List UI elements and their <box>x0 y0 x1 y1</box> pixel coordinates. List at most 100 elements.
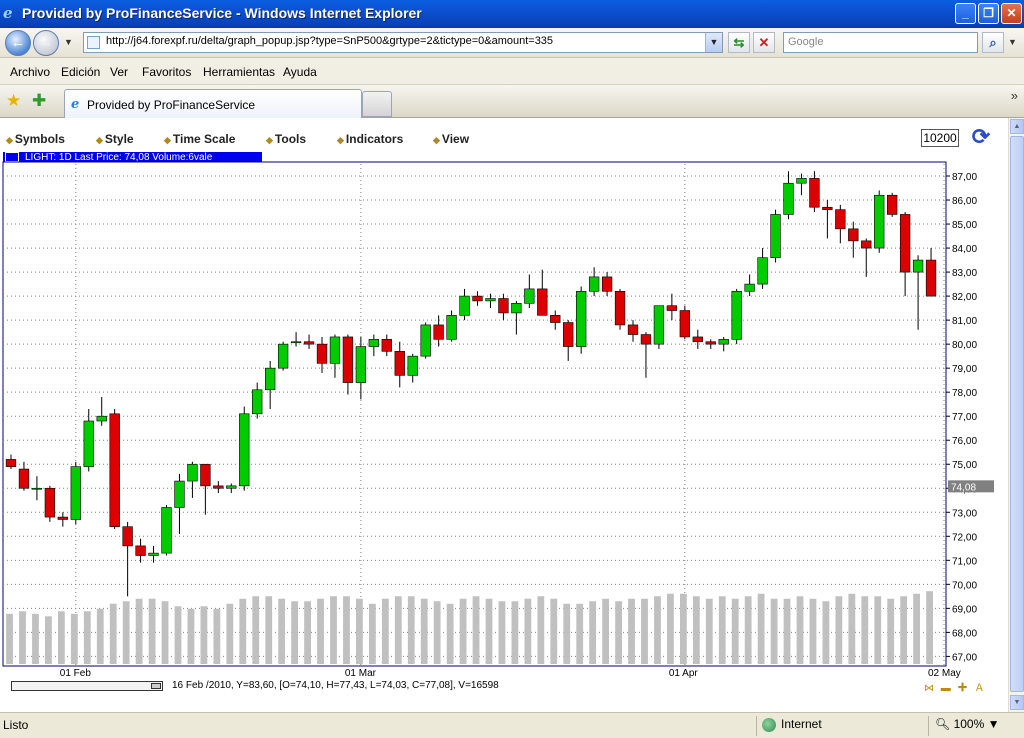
y-tick-label: 81,00 <box>952 316 977 327</box>
more-tools-chevron-icon[interactable]: » <box>1011 88 1018 103</box>
address-dropdown-icon[interactable]: ▼ <box>705 33 722 52</box>
volume-bar <box>433 601 441 664</box>
minimize-button[interactable]: _ <box>955 3 976 24</box>
last-price-label: 74,08 <box>951 482 976 493</box>
candle-down <box>899 214 911 273</box>
maximize-button[interactable]: ❐ <box>978 3 999 24</box>
candle-up <box>459 295 470 316</box>
menu-archivo[interactable]: Archivo <box>10 65 50 79</box>
menu-ver[interactable]: Ver <box>110 65 128 79</box>
volume-bar <box>679 593 687 664</box>
volume-bar <box>485 598 493 664</box>
candle-down <box>550 315 561 323</box>
tab-bar: ★ ✚ e Provided by ProFinanceService » <box>0 85 1024 118</box>
volume-bar <box>770 598 778 664</box>
page-icon <box>87 36 100 49</box>
candle-down <box>213 485 224 489</box>
volume-bar <box>926 591 933 664</box>
y-tick-label: 84,00 <box>952 244 977 255</box>
candle-down <box>498 298 509 314</box>
zoom-control[interactable]: 🔍︎ 100% ▼ <box>935 717 1000 731</box>
candle-down <box>848 228 859 242</box>
volume-bar <box>304 601 311 664</box>
candle-up <box>524 288 535 304</box>
candle-down <box>316 343 328 364</box>
menu-edicion[interactable]: Edición <box>61 65 100 79</box>
search-icon[interactable]: ⌕ <box>982 32 1004 53</box>
candle-up <box>731 291 742 340</box>
volume-bar <box>718 596 726 664</box>
candle-down <box>200 463 211 487</box>
volume-bar <box>252 596 260 664</box>
candle-up <box>796 178 807 184</box>
menu-ayuda[interactable]: Ayuda <box>283 65 317 79</box>
tab-active[interactable]: e Provided by ProFinanceService <box>64 89 362 118</box>
chart-nav-icons[interactable]: ⋈ ▬ ✚ Ａ <box>924 679 986 694</box>
search-options-chevron-icon[interactable]: ▼ <box>1008 37 1017 47</box>
scroll-down-icon[interactable]: ▼ <box>1010 695 1024 710</box>
candle-down <box>18 468 30 489</box>
vertical-scrollbar[interactable]: ▲ ▼ <box>1008 118 1024 712</box>
menu-herramientas[interactable]: Herramientas <box>203 65 275 79</box>
scroll-knob[interactable] <box>151 683 161 689</box>
volume-bar <box>887 598 895 664</box>
volume-bar <box>822 601 830 664</box>
chart-horizontal-scrollbar[interactable] <box>11 681 163 691</box>
candle-up <box>70 466 81 520</box>
status-divider <box>928 716 929 736</box>
candle-up <box>511 303 522 314</box>
x-tick-label: 01 Apr <box>669 668 699 678</box>
favorites-star-icon[interactable]: ★ <box>6 91 21 111</box>
volume-bar <box>109 603 117 664</box>
volume-bar <box>692 596 700 664</box>
candle-up <box>770 214 781 258</box>
volume-bar <box>32 613 39 664</box>
candle-down <box>537 288 548 316</box>
candle-up <box>368 339 379 347</box>
zone-label: Internet <box>781 717 822 731</box>
browser-window: e Provided by ProFinanceService - Window… <box>0 0 1024 738</box>
y-tick-label: 76,00 <box>952 436 977 447</box>
back-button[interactable]: ← <box>5 30 31 56</box>
volume-bar <box>213 608 221 664</box>
scroll-up-icon[interactable]: ▲ <box>1010 119 1024 134</box>
candle-down <box>861 240 872 249</box>
menu-favoritos[interactable]: Favoritos <box>142 65 191 79</box>
y-tick-label: 82,00 <box>952 292 977 303</box>
search-input[interactable]: Google <box>783 32 978 53</box>
candle-up <box>265 367 276 391</box>
candle-up <box>420 324 431 357</box>
volume-bar <box>83 611 91 664</box>
candle-up <box>588 276 600 292</box>
x-tick-label: 01 Mar <box>345 668 377 678</box>
volume-bar <box>731 598 739 664</box>
candle-up <box>277 343 289 369</box>
candle-down <box>472 295 483 302</box>
security-zone[interactable]: Internet <box>762 717 822 732</box>
volume-bar <box>317 598 324 664</box>
volume-bar <box>459 598 467 664</box>
volume-bar <box>70 613 78 664</box>
candle-down <box>109 413 120 527</box>
candle-up <box>718 339 729 345</box>
volume-bar <box>576 603 584 664</box>
address-bar[interactable]: http://j64.forexpf.ru/delta/graph_popup.… <box>83 32 723 53</box>
volume-bar <box>641 598 648 664</box>
refresh-icon[interactable]: ⇆ <box>728 32 750 53</box>
candle-up <box>239 413 250 487</box>
address-url[interactable]: http://j64.forexpf.ru/delta/graph_popup.… <box>106 35 553 47</box>
volume-bar <box>511 601 519 664</box>
forward-button[interactable]: → <box>33 30 59 56</box>
new-tab-button[interactable] <box>362 91 392 117</box>
volume-bar <box>330 596 337 664</box>
add-favorite-icon[interactable]: ✚ <box>32 91 46 111</box>
recent-pages-chevron-icon[interactable]: ▼ <box>64 37 73 47</box>
volume-bar <box>122 601 130 664</box>
stop-icon[interactable]: ✕ <box>753 32 775 53</box>
candle-up <box>744 283 755 292</box>
menu-bar: Archivo Edición Ver Favoritos Herramient… <box>0 58 1024 85</box>
close-button[interactable]: ✕ <box>1001 3 1022 24</box>
candlestick-chart: 87,00 86,00 85,00 84,00 83,00 82,00 81,00 80,00… <box>2 161 994 678</box>
volume-bar <box>835 596 843 664</box>
scroll-thumb[interactable] <box>1010 136 1024 692</box>
